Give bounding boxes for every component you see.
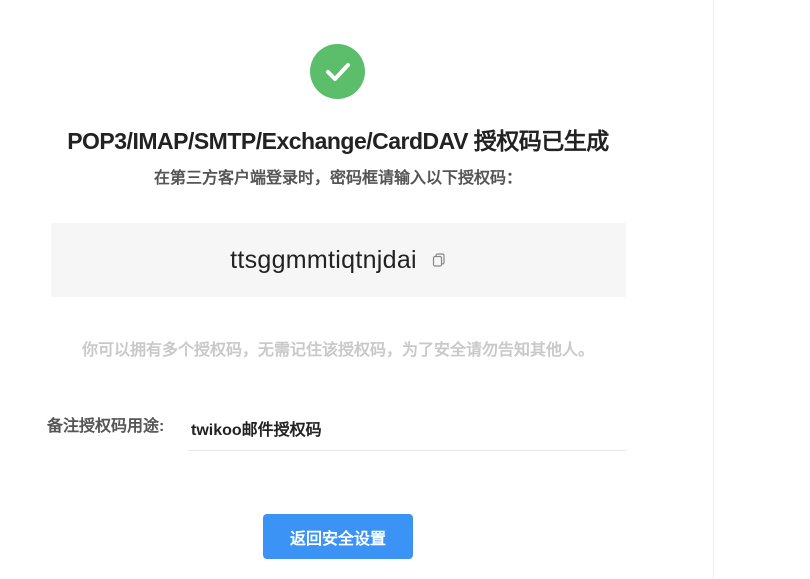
right-panel-divider: [713, 0, 714, 579]
copy-icon[interactable]: [431, 252, 447, 268]
note-input[interactable]: [188, 405, 626, 451]
note-label: 备注授权码用途:: [47, 418, 165, 435]
back-to-security-settings-button[interactable]: 返回安全设置: [263, 514, 413, 559]
auth-code[interactable]: ttsggmmtiqtnjdai: [230, 246, 417, 275]
auth-code-box: ttsggmmtiqtnjdai: [51, 223, 626, 297]
check-circle-icon: [310, 44, 365, 99]
instruction-text: 在第三方客户端登录时，密码框请输入以下授权码：: [153, 170, 522, 187]
security-hint: 你可以拥有多个授权码，无需记住该授权码，为了安全请勿告知其他人。: [81, 342, 594, 359]
page-title: POP3/IMAP/SMTP/Exchange/CardDAV 授权码已生成: [67, 128, 609, 154]
